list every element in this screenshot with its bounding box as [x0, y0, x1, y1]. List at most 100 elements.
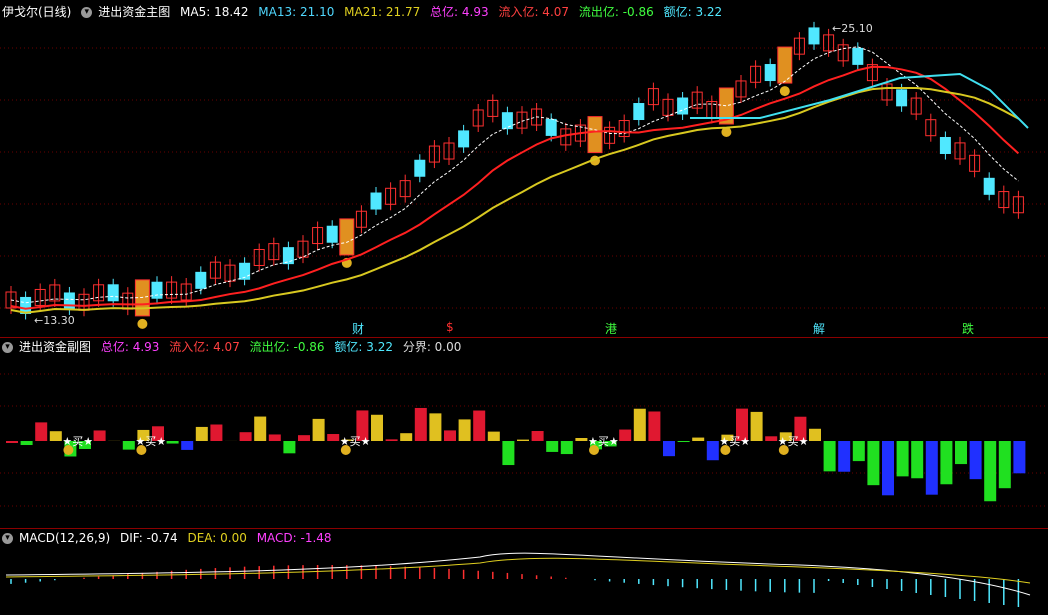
fund-flow-bar	[327, 434, 340, 441]
sub-amount-value: 额亿: 3.22	[334, 340, 393, 354]
candle-body	[808, 27, 820, 45]
fund-flow-chart[interactable]: ★买★ ★买★ ★买★ ★买★ ★买★ ★买★	[0, 338, 1048, 528]
fund-flow-bar	[984, 441, 997, 502]
fund-flow-bar	[473, 410, 486, 441]
buy-signal-label: ★买★	[340, 435, 371, 448]
event-label-die[interactable]: 跌	[962, 320, 974, 337]
money-bag-icon	[137, 318, 148, 329]
fund-flow-bar	[867, 441, 880, 486]
buy-signal-label: ★买★	[719, 435, 750, 448]
fund-flow-header: ▾ 进出资金副图 总亿: 4.93 流入亿: 4.07 流出亿: -0.86 额亿…	[2, 338, 467, 356]
outflow-value: 流出亿: -0.86	[578, 5, 654, 19]
sub-inflow-value: 流入亿: 4.07	[169, 340, 240, 354]
candle-body	[107, 284, 119, 302]
fund-flow-bar	[371, 414, 383, 441]
event-label-dollar[interactable]: $	[446, 320, 454, 334]
main-indicator-name[interactable]: 进出资金主图	[98, 5, 170, 19]
event-label-gang[interactable]: 港	[605, 320, 617, 337]
fund-flow-bar	[414, 407, 427, 441]
fund-flow-bar	[896, 441, 909, 477]
candle-body	[545, 118, 557, 136]
candle-body	[677, 97, 689, 115]
candle-body	[764, 64, 776, 82]
macd-indicator-name[interactable]: MACD(12,26,9)	[19, 531, 110, 545]
money-bag-icon	[779, 86, 790, 97]
candle-body	[282, 247, 294, 265]
fund-flow-bar	[648, 411, 661, 441]
fund-flow-bar	[429, 413, 442, 441]
dea-value: DEA: 0.00	[187, 531, 247, 545]
fund-flow-bar	[925, 441, 938, 495]
fund-flow-bar	[838, 441, 851, 472]
ma5-line	[10, 46, 1019, 304]
candle-body	[852, 47, 864, 65]
fund-flow-bar	[882, 441, 894, 496]
fund-flow-bar	[560, 441, 573, 455]
high-price-label: ←25.10	[832, 22, 873, 35]
fund-flow-bar	[823, 441, 836, 472]
candle-body	[63, 292, 75, 310]
fund-flow-bar	[502, 441, 515, 466]
inflow-value: 流入亿: 4.07	[498, 5, 570, 19]
fund-flow-bar	[298, 435, 310, 441]
main-chart-panel[interactable]: 伊戈尔(日线) ▾ 进出资金主图 MA5: 18.42 MA13: 21.10 M…	[0, 0, 1048, 338]
fund-flow-bar	[809, 428, 821, 441]
fund-flow-bar	[750, 411, 763, 441]
fund-flow-bar	[940, 441, 953, 485]
chevron-down-icon[interactable]: ▾	[2, 533, 13, 544]
sub-indicator-name[interactable]: 进出资金副图	[19, 340, 91, 354]
ma21-value: MA21: 21.77	[344, 5, 421, 19]
candle-body	[983, 177, 995, 195]
candle-body	[370, 192, 382, 210]
fund-flow-bar	[955, 441, 967, 465]
signal-candle	[339, 218, 355, 256]
fund-flow-bar	[166, 441, 179, 444]
macd-header: ▾ MACD(12,26,9) DIF: -0.74 DEA: 0.00 MACD…	[2, 529, 338, 547]
fund-flow-bar	[268, 434, 281, 441]
buy-signal-label: ★买★	[135, 435, 166, 448]
fund-flow-bar	[385, 439, 398, 441]
ma21-line	[10, 86, 1019, 314]
low-price-label: ←13.30	[34, 314, 75, 327]
candle-body	[20, 296, 32, 314]
candle-body	[939, 136, 951, 154]
fund-flow-bar	[706, 441, 719, 461]
candle-body	[458, 130, 470, 148]
main-candlestick-chart[interactable]	[0, 0, 1048, 338]
candle-body	[414, 159, 426, 177]
signal-candle	[777, 46, 793, 84]
event-label-jie[interactable]: 解	[813, 320, 825, 337]
fund-flow-bar	[210, 424, 223, 441]
fund-flow-bar	[93, 430, 106, 441]
fund-flow-bar	[677, 441, 690, 443]
fund-flow-bar	[487, 431, 500, 441]
fund-flow-bar	[663, 441, 675, 457]
fund-flow-bar	[765, 436, 778, 441]
dea-line	[5, 557, 1031, 584]
fund-flow-bar	[619, 429, 632, 441]
fund-flow-bar	[911, 441, 924, 479]
chevron-down-icon[interactable]: ▾	[81, 7, 93, 18]
fund-flow-bar	[35, 422, 48, 441]
ma13-value: MA13: 21.10	[258, 5, 335, 19]
ma13-line	[10, 65, 1020, 310]
buy-signal-label: ★买★	[778, 435, 809, 448]
fund-flow-panel[interactable]: ▾ 进出资金副图 总亿: 4.93 流入亿: 4.07 流出亿: -0.86 额亿…	[0, 338, 1048, 528]
buy-signal-label: ★买★	[62, 435, 93, 448]
ma5-value: MA5: 18.42	[180, 5, 249, 19]
amount-value: 额亿: 3.22	[663, 5, 723, 19]
fund-flow-bar	[195, 426, 208, 441]
macd-value: MACD: -1.48	[256, 531, 332, 545]
macd-panel[interactable]: ▾ MACD(12,26,9) DIF: -0.74 DEA: 0.00 MACD…	[0, 529, 1048, 615]
fund-flow-bar	[998, 441, 1011, 489]
fund-flow-bar	[531, 431, 544, 441]
chevron-down-icon[interactable]: ▾	[2, 342, 13, 353]
fund-flow-bar	[517, 439, 529, 441]
fund-flow-bar	[122, 441, 135, 450]
sub-divide-value: 分界: 0.00	[402, 340, 462, 354]
main-chart-header: 伊戈尔(日线) ▾ 进出资金主图 MA5: 18.42 MA13: 21.10 M…	[2, 3, 728, 21]
stock-title: 伊戈尔(日线)	[2, 5, 72, 19]
event-label-cai[interactable]: 财	[352, 320, 364, 337]
fund-flow-bar	[20, 441, 33, 446]
signal-candle	[587, 116, 603, 154]
